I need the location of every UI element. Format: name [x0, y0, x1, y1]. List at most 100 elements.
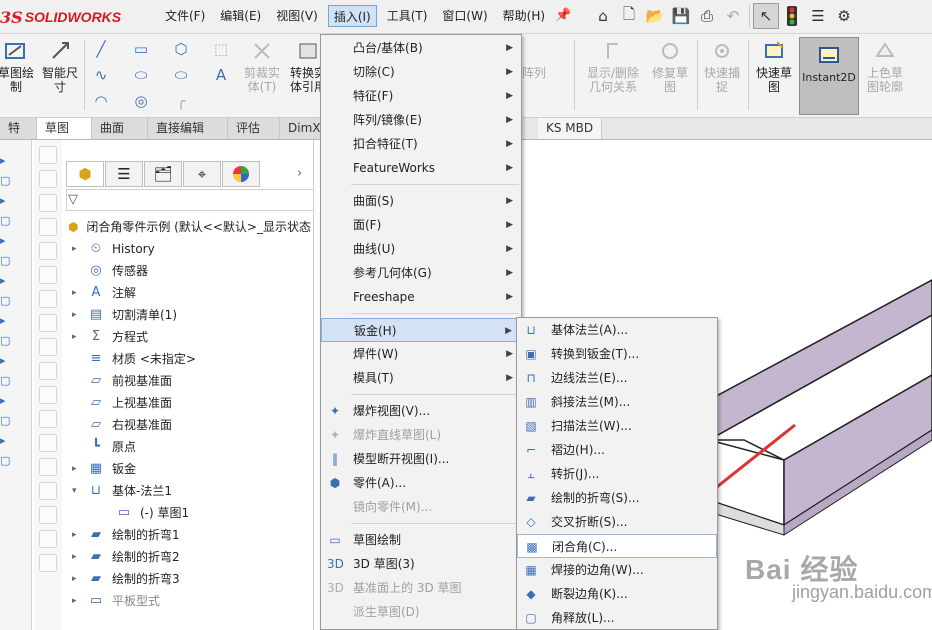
trim-entities-button[interactable]: 剪裁实 体(T) — [238, 38, 286, 94]
sidebar-icon[interactable] — [39, 170, 57, 188]
sheet-metal-menu-item[interactable]: ⊔ 基体法兰(A)... — [517, 318, 717, 342]
collapse-icon[interactable]: ▾ — [72, 480, 82, 502]
tree-node[interactable]: ▭ (-) 草图1 — [68, 502, 314, 524]
gear-icon[interactable]: ⚙ — [831, 3, 857, 29]
sheet-metal-menu-item[interactable]: ▩ 闭合角(C)... — [517, 534, 717, 558]
strip-tool-icon[interactable]: ▢ — [0, 414, 12, 427]
tree-node[interactable]: ▸ A 注解 — [68, 282, 314, 304]
tree-node[interactable]: ▸ Σ 方程式 — [68, 326, 314, 348]
insert-menu-item[interactable]: 扣合特征(T) ▶ — [321, 132, 521, 156]
strip-tool-icon[interactable]: ▸ — [0, 434, 12, 447]
menu-3[interactable]: 插入(I) — [327, 5, 377, 27]
tab-6[interactable]: KS MBD — [538, 118, 603, 139]
tree-node[interactable]: ▱ 上视基准面 — [68, 392, 314, 414]
rectangle-icon[interactable]: ▭ — [132, 40, 150, 58]
sheet-metal-menu-item[interactable]: ◇ 交叉折断(S)... — [517, 510, 717, 534]
tree-node[interactable]: ▱ 右视基准面 — [68, 414, 314, 436]
insert-menu-item[interactable]: ✦ 爆炸视图(V)... — [321, 399, 521, 423]
insert-menu-item[interactable]: 镜向零件(M)... — [321, 495, 521, 519]
expand-icon[interactable]: ▸ — [72, 546, 82, 568]
insert-menu-item[interactable]: 凸台/基体(B) ▶ — [321, 36, 521, 60]
insert-menu-item[interactable]: 特征(F) ▶ — [321, 84, 521, 108]
expand-icon[interactable]: ▸ — [72, 238, 82, 260]
property-manager-tab-icon[interactable]: ☰ — [105, 161, 143, 187]
insert-menu-item[interactable]: Freeshape ▶ — [321, 285, 521, 309]
sheet-metal-menu-item[interactable]: ⊓ 边线法兰(E)... — [517, 366, 717, 390]
expand-icon[interactable]: ▸ — [72, 590, 82, 612]
show-delete-relations-button[interactable]: 显示/删除 几何关系 — [582, 38, 644, 94]
sidebar-icon[interactable] — [39, 530, 57, 548]
tree-node[interactable]: ▾ ⊔ 基体-法兰1 — [68, 480, 314, 502]
fillet-icon[interactable]: ╭ — [172, 92, 190, 110]
menu-5[interactable]: 窗口(W) — [437, 5, 492, 27]
options-list-icon[interactable]: ☰ — [805, 3, 831, 29]
tree-filter-field[interactable] — [66, 189, 314, 211]
rapid-sketch-button[interactable]: 快速草 图 — [752, 38, 796, 94]
ellipse-icon[interactable]: ⬭ — [172, 66, 190, 84]
strip-tool-icon[interactable]: ▢ — [0, 214, 12, 227]
strip-tool-icon[interactable]: ▢ — [0, 454, 12, 467]
slot-icon[interactable]: ⬭ — [132, 66, 150, 84]
line-icon[interactable]: ╱ — [92, 40, 110, 58]
feature-tree-tab-icon[interactable]: ⬢ — [66, 161, 104, 187]
sidebar-icon[interactable] — [39, 482, 57, 500]
tree-node[interactable]: ▸ ▦ 钣金 — [68, 458, 314, 480]
select-arrow-icon[interactable]: ↖ — [753, 3, 779, 29]
menu-2[interactable]: 视图(V) — [271, 5, 323, 27]
smart-dimension-button[interactable]: 智能尺 寸 — [38, 38, 82, 94]
quick-snaps-button[interactable]: 快速捕 捉 — [700, 38, 744, 94]
sidebar-icon[interactable] — [39, 506, 57, 524]
tree-root-part[interactable]: ⬢ 闭合角零件示例 (默认<<默认>_显示状态 — [68, 218, 311, 235]
display-manager-tab-icon[interactable] — [222, 161, 260, 187]
insert-menu-item[interactable]: ⬢ 零件(A)... — [321, 471, 521, 495]
insert-menu-item[interactable]: 焊件(W) ▶ — [321, 342, 521, 366]
tab-2[interactable]: 曲面 — [92, 118, 148, 139]
sidebar-icon[interactable] — [39, 290, 57, 308]
insert-menu-item[interactable]: 曲线(U) ▶ — [321, 237, 521, 261]
repair-sketch-button[interactable]: 修复草 图 — [648, 38, 692, 94]
save-icon[interactable]: 💾 — [668, 3, 694, 29]
sheet-metal-menu-item[interactable]: ⫠ 转折(J)... — [517, 462, 717, 486]
new-document-icon[interactable]: 🗋 — [616, 3, 642, 29]
tree-node[interactable]: ▸ ▰ 绘制的折弯3 — [68, 568, 314, 590]
sketch-draw-button[interactable]: 草图绘 制 — [0, 38, 38, 94]
insert-menu-item[interactable]: ✦ 爆炸直线草图(L) — [321, 423, 521, 447]
traffic-light-icon[interactable] — [779, 3, 805, 29]
strip-tool-icon[interactable]: ▸ — [0, 314, 12, 327]
strip-tool-icon[interactable]: ▸ — [0, 354, 12, 367]
polygon-icon[interactable]: ⬡ — [172, 40, 190, 58]
instant2d-button[interactable]: Instant2D — [799, 37, 859, 115]
sidebar-icon[interactable] — [39, 554, 57, 572]
sidebar-icon[interactable] — [39, 434, 57, 452]
arc-icon[interactable]: ◠ — [92, 92, 110, 110]
tree-node[interactable]: ▸ ▰ 绘制的折弯1 — [68, 524, 314, 546]
strip-tool-icon[interactable]: ▸ — [0, 194, 12, 207]
sidebar-icon[interactable] — [39, 458, 57, 476]
sidebar-icon[interactable] — [39, 338, 57, 356]
tree-node[interactable]: ▸ ⏲ History — [68, 238, 314, 260]
expand-icon[interactable]: ▸ — [72, 282, 82, 304]
pin-icon[interactable]: 📌 — [555, 8, 571, 23]
tree-node[interactable]: ≡ 材质 <未指定> — [68, 348, 314, 370]
pattern-button[interactable]: 阵列 — [520, 66, 548, 80]
print-icon[interactable]: ⎙ — [694, 3, 720, 29]
insert-menu-item[interactable]: 钣金(H) ▶ — [321, 318, 521, 342]
insert-menu-item[interactable]: 3D 基准面上的 3D 草图 — [321, 576, 521, 600]
sidebar-icon[interactable] — [39, 410, 57, 428]
insert-menu-item[interactable]: 阵列/镜像(E) ▶ — [321, 108, 521, 132]
menu-1[interactable]: 编辑(E) — [215, 5, 266, 27]
insert-menu-item[interactable]: 切除(C) ▶ — [321, 60, 521, 84]
insert-menu-item[interactable]: FeatureWorks ▶ — [321, 156, 521, 180]
tab-1[interactable]: 草图 — [37, 118, 92, 139]
insert-menu-item[interactable]: 参考几何体(G) ▶ — [321, 261, 521, 285]
sheet-metal-menu-item[interactable]: ▥ 斜接法兰(M)... — [517, 390, 717, 414]
strip-tool-icon[interactable]: ▢ — [0, 294, 12, 307]
expand-icon[interactable]: ▸ — [72, 568, 82, 590]
home-icon[interactable]: ⌂ — [590, 3, 616, 29]
sidebar-icon[interactable] — [39, 218, 57, 236]
tree-node[interactable]: ◎ 传感器 — [68, 260, 314, 282]
expand-icon[interactable]: ▸ — [72, 524, 82, 546]
insert-menu-item[interactable]: ‖ 模型断开视图(I)... — [321, 447, 521, 471]
expand-icon[interactable]: ▸ — [72, 326, 82, 348]
undo-icon[interactable]: ↶ — [720, 3, 746, 29]
